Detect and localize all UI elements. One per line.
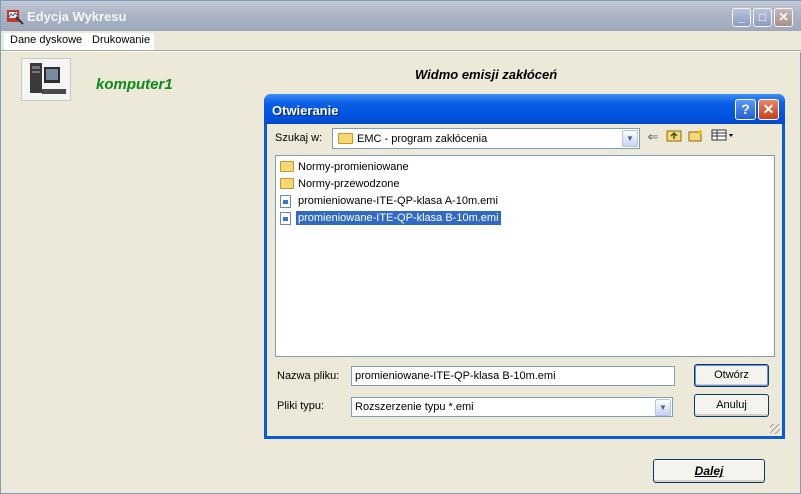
folder-icon xyxy=(338,133,353,144)
next-button[interactable]: Dalej xyxy=(653,459,765,483)
computer-name: komputer1 xyxy=(96,76,173,93)
cancel-button[interactable]: Anuluj xyxy=(694,394,769,417)
chevron-down-icon[interactable]: ▼ xyxy=(622,130,638,147)
window-title: Edycja Wykresu xyxy=(27,9,127,24)
open-file-dialog: Otwieranie ? ✕ Szukaj w: EMC - program z… xyxy=(264,94,785,439)
back-arrow-icon[interactable]: ⇐ xyxy=(644,128,662,146)
close-button[interactable]: ✕ xyxy=(774,8,793,27)
up-folder-icon[interactable] xyxy=(665,128,683,146)
resize-grip[interactable] xyxy=(770,424,780,434)
view-menu-icon[interactable] xyxy=(710,128,736,146)
look-in-label: Szukaj w: xyxy=(275,132,323,144)
folder-icon xyxy=(280,178,294,189)
folder-icon xyxy=(280,161,294,172)
menu-drukowanie[interactable]: Drukowanie xyxy=(92,34,150,46)
help-button[interactable]: ? xyxy=(735,99,756,120)
dialog-title-bar[interactable]: Otwieranie ? ✕ xyxy=(264,94,785,124)
maximize-button[interactable]: □ xyxy=(753,8,772,27)
computer-icon xyxy=(21,58,71,101)
menu-dane-dyskowe[interactable]: Dane dyskowe xyxy=(10,34,82,46)
new-folder-icon[interactable] xyxy=(687,128,705,146)
chevron-down-icon[interactable]: ▼ xyxy=(655,399,671,416)
dialog-body: Szukaj w: EMC - program zakłócenia ▼ ⇐ N… xyxy=(267,124,782,436)
menu-divider-highlight xyxy=(1,51,801,52)
dialog-title: Otwieranie xyxy=(272,103,339,118)
filename-label: Nazwa pliku: xyxy=(277,370,340,382)
file-list[interactable]: Normy-promieniowane Normy-przewodzone pr… xyxy=(275,155,775,357)
dialog-close-button[interactable]: ✕ xyxy=(758,99,779,120)
chart-title: Widmo emisji zakłóceń xyxy=(415,67,558,82)
file-icon xyxy=(280,195,291,208)
filetype-value: Rozszerzenie typu *.emi xyxy=(355,401,474,413)
open-button[interactable]: Otwórz xyxy=(694,364,769,387)
filetype-label: Pliki typu: xyxy=(277,400,325,412)
app-icon xyxy=(6,7,24,25)
filetype-dropdown[interactable]: Rozszerzenie typu *.emi ▼ xyxy=(351,397,673,417)
file-icon xyxy=(280,212,291,225)
look-in-dropdown[interactable]: EMC - program zakłócenia ▼ xyxy=(332,128,640,149)
filename-input[interactable]: promieniowane-ITE-QP-klasa B-10m.emi xyxy=(351,366,675,386)
main-title-bar[interactable]: Edycja Wykresu _ □ ✕ xyxy=(1,1,801,31)
look-in-value: EMC - program zakłócenia xyxy=(357,133,488,145)
minimize-button[interactable]: _ xyxy=(732,8,751,27)
